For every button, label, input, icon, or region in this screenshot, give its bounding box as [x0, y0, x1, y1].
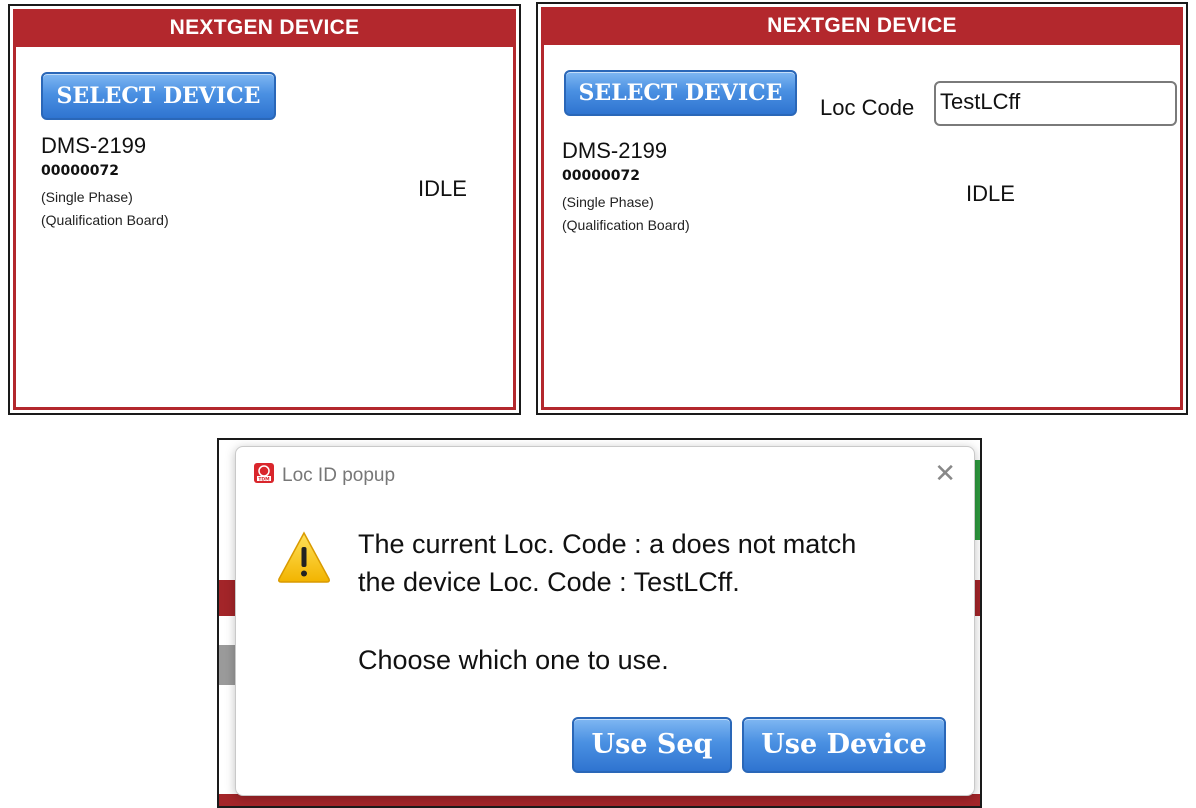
dialog-screenshot: TDM Loc ID popup ✕ The current Loc. Code… [217, 438, 982, 808]
warning-triangle-icon [276, 529, 332, 585]
dialog-message-line2: the device Loc. Code : TestLCff. [358, 567, 740, 597]
device-status: IDLE [966, 181, 1015, 206]
dialog-message-line1: The current Loc. Code : a does not match [358, 529, 857, 559]
device-phase: (Single Phase) [41, 189, 133, 205]
panel-header: NEXTGEN DEVICE [16, 9, 513, 47]
device-serial: 00000072 [562, 168, 640, 184]
background-gray-block [219, 645, 235, 685]
device-serial: 00000072 [41, 163, 119, 179]
loc-code-label: Loc Code [820, 95, 915, 120]
use-device-button[interactable]: Use Device [742, 717, 946, 773]
use-seq-button[interactable]: Use Seq [572, 717, 732, 773]
loc-id-popup: TDM Loc ID popup ✕ The current Loc. Code… [235, 446, 975, 796]
panel-header: NEXTGEN DEVICE [544, 7, 1180, 45]
device-name: DMS-2199 [41, 133, 147, 158]
nextgen-device-panel-right: NEXTGEN DEVICE SELECT DEVICE Loc Code Te… [536, 2, 1188, 415]
device-board: (Qualification Board) [41, 212, 169, 228]
nextgen-device-panel-left: NEXTGEN DEVICE SELECT DEVICE DMS-2199 00… [8, 4, 521, 415]
device-board: (Qualification Board) [562, 217, 690, 233]
close-icon[interactable]: ✕ [934, 459, 956, 489]
device-status: IDLE [418, 176, 467, 201]
loc-code-input[interactable]: TestLCff [934, 81, 1177, 126]
dialog-title: Loc ID popup [282, 465, 396, 486]
select-device-button[interactable]: SELECT DEVICE [41, 72, 276, 120]
tdm-logo-icon: TDM [254, 463, 274, 483]
dialog-message-line3: Choose which one to use. [358, 645, 669, 675]
panel-body: NEXTGEN DEVICE SELECT DEVICE Loc Code Te… [541, 7, 1183, 410]
svg-text:TDM: TDM [258, 476, 270, 482]
device-phase: (Single Phase) [562, 194, 654, 210]
select-device-button[interactable]: SELECT DEVICE [564, 70, 797, 116]
device-name: DMS-2199 [562, 138, 668, 163]
panel-body: NEXTGEN DEVICE SELECT DEVICE DMS-2199 00… [13, 9, 516, 410]
